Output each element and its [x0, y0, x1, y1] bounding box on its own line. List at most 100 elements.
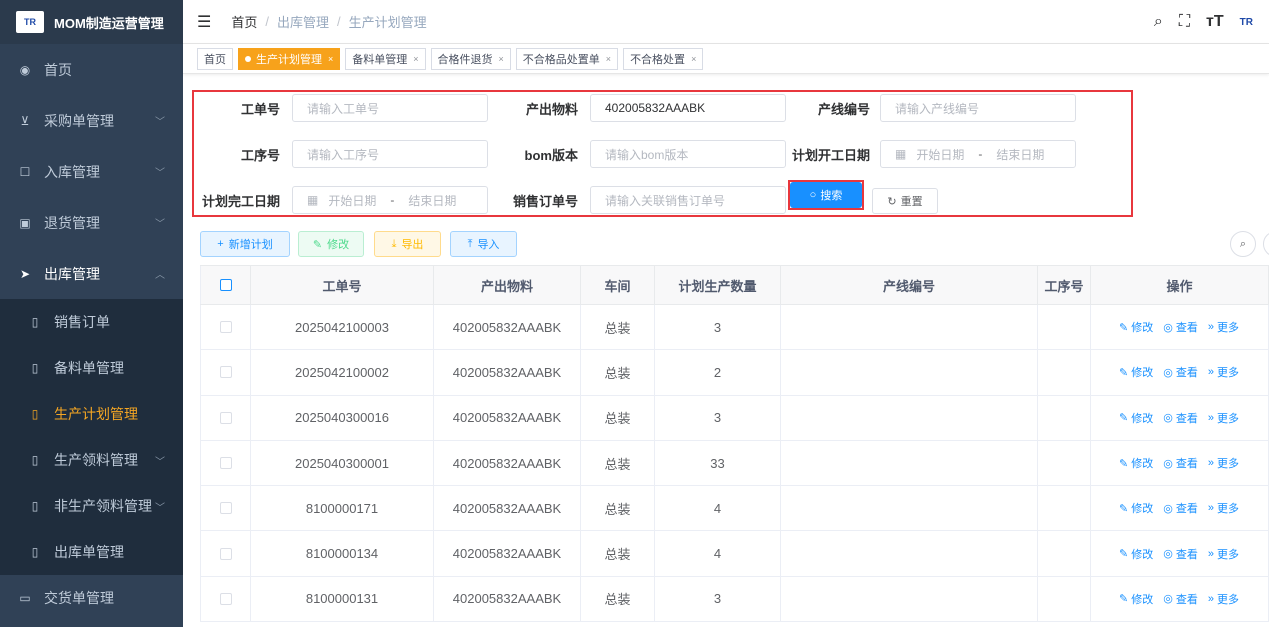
close-icon[interactable]: ×: [606, 54, 611, 64]
row-more-link[interactable]: » 更多: [1208, 546, 1239, 562]
sidebar-item-delivery[interactable]: ▭ 交货单管理: [0, 575, 183, 621]
sidebar-item-production-picking[interactable]: ▯ 生产领料管理 ﹀: [0, 437, 183, 483]
sidebar-item-production-plan[interactable]: ▯ 生产计划管理: [0, 391, 183, 437]
row-edit-link[interactable]: ✎ 修改: [1119, 546, 1153, 562]
row-edit-link[interactable]: ✎ 修改: [1119, 364, 1153, 380]
row-edit-link-label: 修改: [1131, 412, 1154, 425]
sidebar-item-inbound[interactable]: ☐ 入库管理 ﹀: [0, 146, 183, 197]
cart-icon: ⊻: [20, 113, 30, 128]
row-checkbox[interactable]: [219, 592, 232, 605]
close-icon[interactable]: ×: [691, 54, 696, 64]
row-checkbox[interactable]: [219, 366, 232, 379]
import-button[interactable]: ⤒ 导入: [450, 231, 517, 257]
sidebar-item-outbound-order[interactable]: ▯ 出库单管理: [0, 529, 183, 575]
reset-button[interactable]: ↻ 重置: [872, 188, 938, 214]
column-header[interactable]: 产出物料: [434, 266, 581, 304]
row-more-link[interactable]: » 更多: [1208, 455, 1239, 471]
row-view-link-label: 查看: [1175, 412, 1198, 425]
row-more-link[interactable]: » 更多: [1208, 364, 1239, 380]
search-icon[interactable]: ⌕: [1154, 13, 1163, 31]
edit-button[interactable]: ✎ 修改: [298, 231, 364, 257]
row-more-link-label: 更多: [1216, 367, 1239, 380]
row-view-link[interactable]: ◎ 查看: [1163, 319, 1198, 335]
table-row[interactable]: 2025040300001 402005832AAABK 总装 33 ✎ 修改 ◎ 查看 » 更多: [200, 440, 1269, 487]
close-icon[interactable]: ×: [328, 54, 333, 64]
tag-production-plan[interactable]: 生产计划管理 ×: [238, 47, 341, 70]
toggle-search-button[interactable]: ⌕: [1230, 231, 1256, 257]
process-input[interactable]: 请输入工序号: [292, 140, 488, 168]
row-more-link[interactable]: » 更多: [1208, 319, 1239, 335]
sidebar-item-home[interactable]: ◉ 首页: [0, 44, 183, 95]
close-icon[interactable]: ×: [413, 54, 418, 64]
row-edit-link[interactable]: ✎ 修改: [1119, 319, 1153, 335]
breadcrumb-outbound: 出库管理: [276, 15, 329, 30]
row-edit-link[interactable]: ✎ 修改: [1119, 500, 1153, 516]
column-header[interactable]: 计划生产数量: [655, 266, 781, 304]
column-header[interactable]: 产线编号: [781, 266, 1038, 304]
row-edit-link[interactable]: ✎ 修改: [1119, 410, 1153, 426]
row-more-link[interactable]: » 更多: [1208, 410, 1239, 426]
fullscreen-icon[interactable]: ⛶: [1179, 13, 1190, 31]
breadcrumb-home[interactable]: 首页: [231, 12, 257, 31]
bom-input[interactable]: 请输入bom版本: [590, 140, 786, 168]
row-view-link[interactable]: ◎ 查看: [1163, 546, 1198, 562]
row-view-link[interactable]: ◎ 查看: [1163, 364, 1198, 380]
tag-nonconforming-disposal-order[interactable]: 不合格品处置单 ×: [515, 47, 619, 70]
end-date-placeholder: 结束日期: [408, 193, 457, 208]
row-checkbox[interactable]: [219, 547, 232, 560]
sidebar-item-purchase[interactable]: ⊻ 采购单管理 ﹀: [0, 95, 183, 146]
plan-end-daterange[interactable]: ▦ 开始日期 - 结束日期: [292, 186, 488, 214]
table-row[interactable]: 2025042100002 402005832AAABK 总装 2 ✎ 修改 ◎ 查看 » 更多: [200, 350, 1269, 396]
table-row[interactable]: 8100000171 402005832AAABK 总装 4 ✎ 修改 ◎ 查看 » 更多: [200, 486, 1269, 532]
column-header[interactable]: 工单号: [251, 266, 434, 304]
add-plan-button[interactable]: + 新增计划: [200, 231, 290, 257]
sidebar-item-sales-order[interactable]: ▯ 销售订单: [0, 299, 183, 345]
line-cell: [781, 531, 1038, 576]
search-form: 工单号 请输入工单号 产出物料 402005832AAABK 产线编号 请输入产…: [192, 90, 1133, 217]
row-edit-link-label: 修改: [1131, 593, 1154, 606]
table-row[interactable]: 8100000131 402005832AAABK 总装 3 ✎ 修改 ◎ 查看 » 更多: [200, 576, 1269, 623]
row-checkbox[interactable]: [219, 411, 232, 424]
work-order-input[interactable]: 请输入工单号: [292, 94, 488, 122]
line-input[interactable]: 请输入产线编号: [880, 94, 1076, 122]
table-row[interactable]: 2025040300016 402005832AAABK 总装 3 ✎ 修改 ◎ 查看 » 更多: [200, 395, 1269, 441]
font-size-icon[interactable]: ᴛT: [1206, 13, 1224, 31]
tag-nonconforming-disposal[interactable]: 不合格处置 ×: [623, 47, 704, 70]
row-more-link[interactable]: » 更多: [1208, 591, 1239, 607]
row-operations: ✎ 修改 ◎ 查看 » 更多: [1119, 319, 1239, 335]
tag-material-prep[interactable]: 备料单管理 ×: [345, 47, 426, 70]
row-view-link[interactable]: ◎ 查看: [1163, 455, 1198, 471]
sidebar-item-outbound[interactable]: ➤ 出库管理 ︿: [0, 248, 183, 299]
search-button[interactable]: ○ 搜索: [790, 182, 862, 208]
export-button[interactable]: ⤓ 导出: [374, 231, 441, 257]
quantity-cell: 3: [655, 576, 781, 622]
row-edit-link[interactable]: ✎ 修改: [1119, 591, 1153, 607]
row-more-link[interactable]: » 更多: [1208, 500, 1239, 516]
refresh-button[interactable]: [1263, 231, 1269, 257]
tag-home[interactable]: 首页: [197, 47, 233, 70]
menu-fold-icon[interactable]: ☰: [197, 12, 211, 32]
sidebar-item-nonproduction-picking[interactable]: ▯ 非生产领料管理 ﹀: [0, 483, 183, 529]
user-avatar[interactable]: TR: [1240, 17, 1253, 28]
material-cell: 402005832AAABK: [434, 305, 581, 350]
row-view-link[interactable]: ◎ 查看: [1163, 500, 1198, 516]
table-row[interactable]: 2025042100003 402005832AAABK 总装 3 ✎ 修改 ◎ 查看 » 更多: [200, 305, 1269, 351]
form-row: 计划完工日期 ▦ 开始日期 - 结束日期 销售订单号 请输入关联销售订单号: [194, 186, 786, 214]
row-edit-link[interactable]: ✎ 修改: [1119, 455, 1153, 471]
row-checkbox[interactable]: [219, 457, 232, 470]
row-checkbox[interactable]: [219, 321, 232, 334]
column-header[interactable]: 工序号: [1038, 266, 1091, 304]
row-view-link[interactable]: ◎ 查看: [1163, 410, 1198, 426]
select-all-checkbox[interactable]: [219, 279, 232, 291]
column-header[interactable]: 车间: [581, 266, 655, 304]
sidebar-item-material-prep[interactable]: ▯ 备料单管理: [0, 345, 183, 391]
sidebar-item-return[interactable]: ▣ 退货管理 ﹀: [0, 197, 183, 248]
table-row[interactable]: 8100000134 402005832AAABK 总装 4 ✎ 修改 ◎ 查看 » 更多: [200, 531, 1269, 577]
row-checkbox[interactable]: [219, 502, 232, 515]
plan-start-daterange[interactable]: ▦ 开始日期 - 结束日期: [880, 140, 1076, 168]
tag-qualified-return[interactable]: 合格件退货 ×: [430, 47, 511, 70]
row-view-link[interactable]: ◎ 查看: [1163, 591, 1198, 607]
close-icon[interactable]: ×: [499, 54, 504, 64]
material-input[interactable]: 402005832AAABK: [590, 94, 786, 122]
sales-order-input[interactable]: 请输入关联销售订单号: [590, 186, 786, 214]
